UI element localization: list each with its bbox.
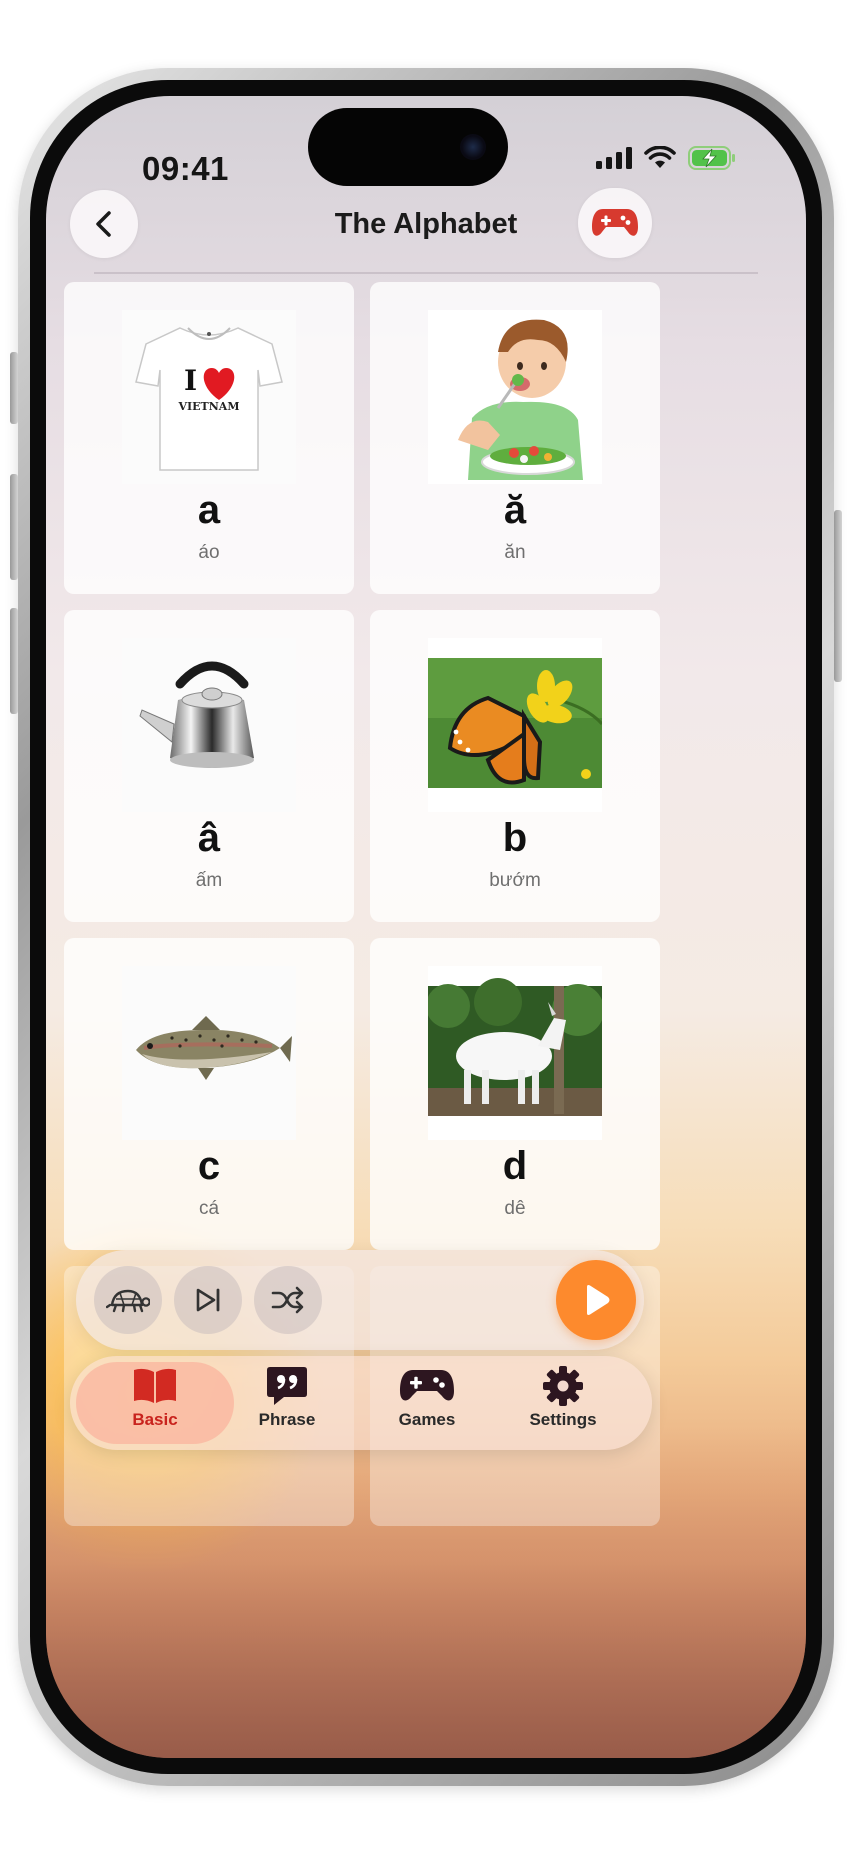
wifi-icon — [644, 146, 676, 168]
tab-label: Basic — [132, 1410, 178, 1429]
slow-speed-button[interactable] — [94, 1266, 162, 1334]
card-word: cá — [198, 1198, 220, 1219]
play-button[interactable] — [556, 1260, 636, 1340]
quote-bubble-icon — [267, 1367, 307, 1405]
kettle-image — [122, 638, 296, 812]
tab-settings[interactable]: Settings — [498, 1366, 628, 1442]
page-title: The Alphabet — [334, 208, 518, 240]
card-letter: â — [197, 816, 221, 860]
battery-charging-icon — [688, 146, 735, 170]
card-word: ăn — [504, 542, 526, 563]
play-icon — [587, 1285, 610, 1315]
skip-next-icon — [196, 1288, 220, 1312]
power-button — [834, 510, 842, 682]
book-icon — [134, 1368, 176, 1403]
action-button — [10, 352, 18, 424]
butterfly-image — [428, 638, 602, 812]
card-letter: d — [502, 1144, 528, 1188]
tab-phrase[interactable]: Phrase — [222, 1366, 352, 1442]
card-word: áo — [198, 542, 220, 563]
volume-down-button — [10, 608, 18, 714]
gamepad-icon — [592, 209, 638, 236]
tab-label: Games — [398, 1410, 456, 1429]
card-letter: ă — [503, 488, 527, 532]
goat-picture — [428, 966, 602, 1140]
tshirt-picture: I VIETNAM — [135, 327, 283, 471]
front-camera — [460, 134, 486, 160]
gear-icon — [543, 1366, 583, 1406]
bottom-tab-bar: Basic Phrase Games Settings — [70, 1356, 652, 1450]
letter-card-b[interactable]: b bướm — [370, 610, 660, 922]
letter-card-d[interactable]: d dê — [370, 938, 660, 1250]
status-icons — [596, 146, 736, 170]
tab-basic[interactable]: Basic — [90, 1366, 220, 1442]
boy-eating-image — [428, 310, 602, 484]
tshirt-image: I VIETNAM — [122, 310, 296, 484]
goat-image — [428, 966, 602, 1140]
letter-card-a-circumflex[interactable]: â ấm — [64, 610, 354, 922]
card-word: ấm — [195, 870, 223, 891]
shuffle-icon — [271, 1286, 304, 1314]
tab-label: Phrase — [258, 1410, 316, 1429]
fish-picture — [136, 1016, 292, 1080]
skip-next-button[interactable] — [174, 1266, 242, 1334]
screen: 09:41 The Alphabet I VIETNAM a áo ă ăn â… — [46, 96, 806, 1758]
shuffle-button[interactable] — [254, 1266, 322, 1334]
boy-eating-picture — [428, 310, 602, 484]
tab-label: Settings — [529, 1410, 597, 1429]
status-time: 09:41 — [142, 150, 229, 187]
butterfly-picture — [428, 638, 602, 812]
dynamic-island — [308, 108, 508, 186]
fish-image — [122, 966, 296, 1140]
volume-up-button — [10, 474, 18, 580]
card-letter: c — [197, 1144, 221, 1188]
tshirt-i-text: I — [184, 364, 197, 397]
letter-card-a-breve[interactable]: ă ăn — [370, 282, 660, 594]
gamepad-icon — [400, 1370, 454, 1401]
cellular-signal-icon — [596, 147, 632, 169]
tshirt-vietnam-text: VIETNAM — [177, 400, 239, 413]
card-letter: b — [502, 816, 528, 860]
card-word: dê — [504, 1198, 526, 1219]
letter-card-c[interactable]: c cá — [64, 938, 354, 1250]
card-word: bướm — [489, 870, 541, 891]
card-letter: a — [197, 488, 221, 532]
header-divider — [94, 272, 758, 274]
tab-games[interactable]: Games — [362, 1366, 492, 1442]
letter-card-a[interactable]: I VIETNAM a áo — [64, 282, 354, 594]
games-shortcut-button[interactable] — [578, 188, 652, 258]
kettle-picture — [139, 661, 254, 768]
turtle-slow-icon — [106, 1289, 150, 1313]
